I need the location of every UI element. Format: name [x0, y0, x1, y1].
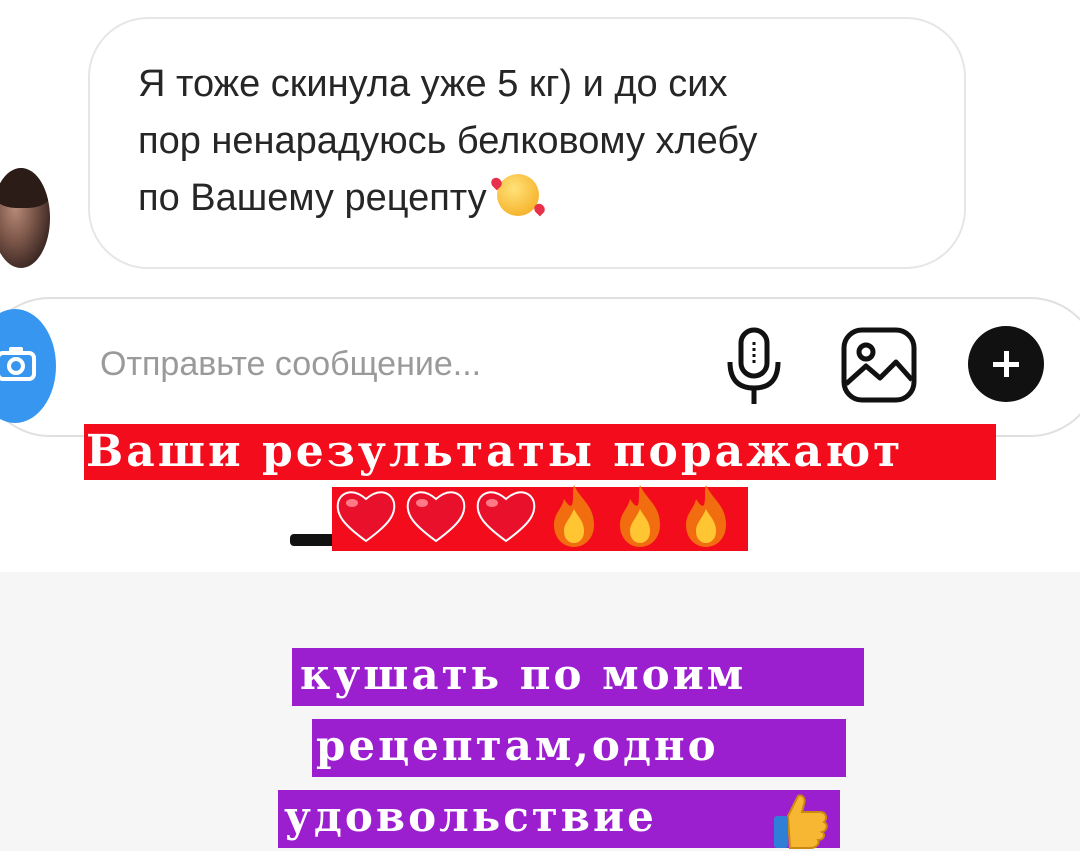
message-text: Я тоже скинула уже 5 кг) и до сих пор не… [138, 56, 928, 227]
fire-icon [554, 485, 594, 547]
heart-icon [476, 491, 536, 543]
message-line: по Вашему рецепту [138, 170, 928, 227]
purple-caption-line: кушать по моим [300, 650, 747, 699]
dash-mark [290, 534, 338, 546]
camera-icon [0, 347, 36, 381]
emoji-row [334, 483, 736, 549]
thumbs-up-icon [774, 794, 828, 849]
microphone-icon [727, 327, 781, 404]
smiling-face-with-hearts-icon [496, 174, 539, 216]
story-screen: Я тоже скинула уже 5 кг) и до сих пор не… [0, 0, 1080, 851]
message-input[interactable]: Отправьте сообщение... [100, 345, 481, 384]
microphone-button[interactable] [724, 326, 784, 413]
purple-caption-line: удовольствие [284, 792, 657, 841]
image-icon [841, 327, 917, 403]
message-line: пор ненарадуюсь белковому хлебу [138, 120, 758, 162]
add-button[interactable] [968, 326, 1044, 402]
gallery-button[interactable] [840, 326, 918, 409]
sender-avatar[interactable] [0, 168, 50, 268]
avatar-hair [0, 168, 50, 208]
heart-icon [336, 491, 396, 543]
fire-icon [686, 485, 726, 547]
message-line-text: по Вашему рецепту [138, 177, 487, 219]
fire-icon [620, 485, 660, 547]
red-caption-text: Ваши результаты поражают [86, 426, 904, 477]
purple-caption-line: рецептам,одно [316, 721, 719, 770]
message-line: Я тоже скинула уже 5 кг) и до сих [138, 63, 728, 105]
heart-icon [406, 491, 466, 543]
